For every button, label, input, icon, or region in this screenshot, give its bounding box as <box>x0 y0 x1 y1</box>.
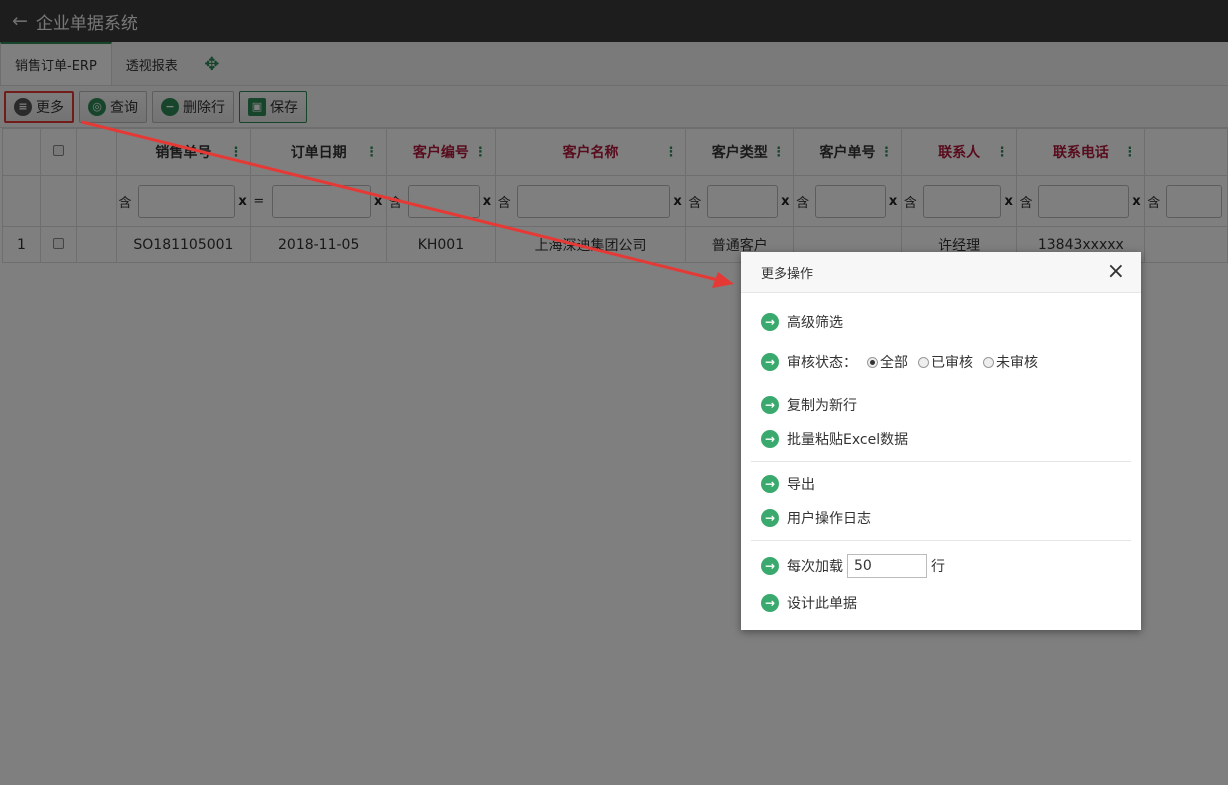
divider <box>751 461 1131 462</box>
arrow-right-circle-icon: → <box>761 313 779 331</box>
advanced-filter-item[interactable]: → 高级筛选 <box>761 312 843 332</box>
paste-excel-item[interactable]: → 批量粘贴Excel数据 <box>761 429 908 449</box>
user-log-item[interactable]: → 用户操作日志 <box>761 508 871 528</box>
export-label: 导出 <box>787 477 815 493</box>
more-operations-dialog: 更多操作 × → 高级筛选 → 审核状态： 全部 已审核 未审核 → 复制为新行… <box>741 252 1141 630</box>
dialog-title: 更多操作 <box>761 266 814 282</box>
arrow-head <box>712 272 734 288</box>
divider <box>751 540 1131 541</box>
arrow-right-circle-icon: → <box>761 430 779 448</box>
dialog-header: 更多操作 × <box>741 252 1141 293</box>
export-item[interactable]: → 导出 <box>761 474 815 494</box>
audit-status-label: 审核状态： <box>787 355 857 371</box>
arrow-right-circle-icon: → <box>761 594 779 612</box>
audit-approved-radio[interactable] <box>918 356 929 368</box>
audit-unapproved-label[interactable]: 未审核 <box>996 352 1038 372</box>
audit-approved-label[interactable]: 已审核 <box>931 352 973 372</box>
audit-status-row: → 审核状态： 全部 已审核 未审核 <box>761 352 1038 372</box>
arrow-right-circle-icon: → <box>761 396 779 414</box>
close-icon[interactable]: × <box>1107 261 1125 283</box>
copy-row-item[interactable]: → 复制为新行 <box>761 395 857 415</box>
design-form-label: 设计此单据 <box>787 596 857 612</box>
user-log-label: 用户操作日志 <box>787 511 871 527</box>
load-count-input[interactable]: 50 <box>847 554 927 578</box>
load-count-prefix: 每次加载 <box>787 559 843 575</box>
design-form-item[interactable]: → 设计此单据 <box>761 593 857 613</box>
advanced-filter-label: 高级筛选 <box>787 315 843 331</box>
arrow-line <box>81 120 719 282</box>
arrow-right-circle-icon: → <box>761 509 779 527</box>
audit-all-label[interactable]: 全部 <box>880 352 908 372</box>
paste-excel-label: 批量粘贴Excel数据 <box>787 432 909 448</box>
load-count-row: → 每次加载 50 行 <box>761 554 945 578</box>
audit-all-radio[interactable] <box>867 356 878 368</box>
arrow-right-circle-icon: → <box>761 475 779 493</box>
copy-row-label: 复制为新行 <box>787 398 857 414</box>
audit-unapproved-radio[interactable] <box>983 356 994 368</box>
arrow-right-circle-icon: → <box>761 353 779 371</box>
load-count-suffix: 行 <box>931 559 945 575</box>
arrow-right-circle-icon: → <box>761 557 779 575</box>
